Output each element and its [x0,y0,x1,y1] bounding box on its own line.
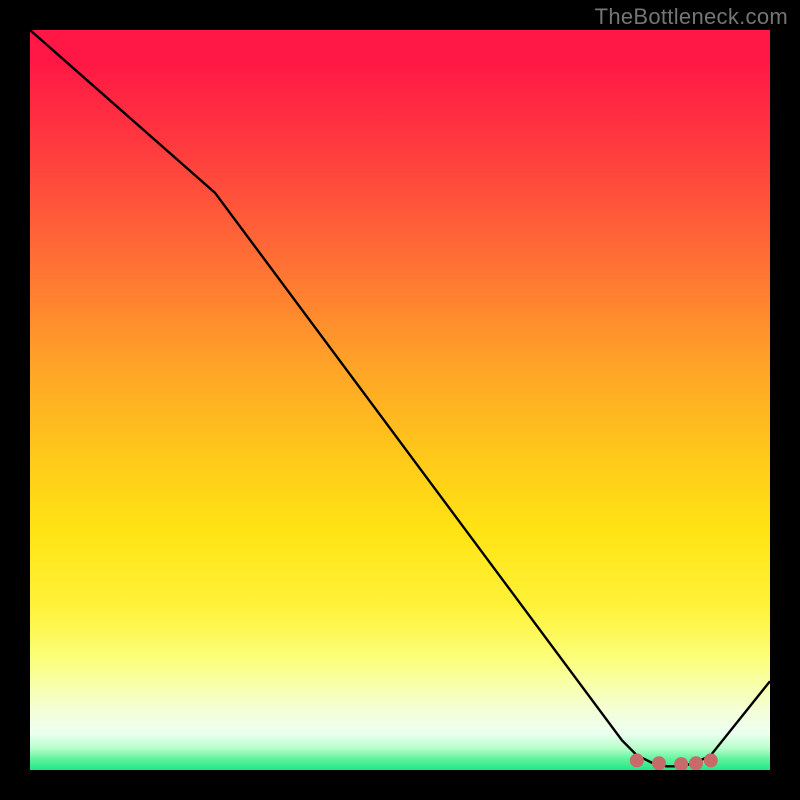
optimal-marker [652,756,666,770]
optimal-marker [689,756,703,770]
optimal-marker [674,757,688,770]
optimal-zone-markers [630,753,718,770]
optimal-marker [704,753,718,767]
optimal-marker [630,753,644,767]
chart-frame: TheBottleneck.com [0,0,800,800]
bottleneck-curve [30,30,770,766]
curve-layer [30,30,770,770]
watermark-label: TheBottleneck.com [595,4,788,30]
